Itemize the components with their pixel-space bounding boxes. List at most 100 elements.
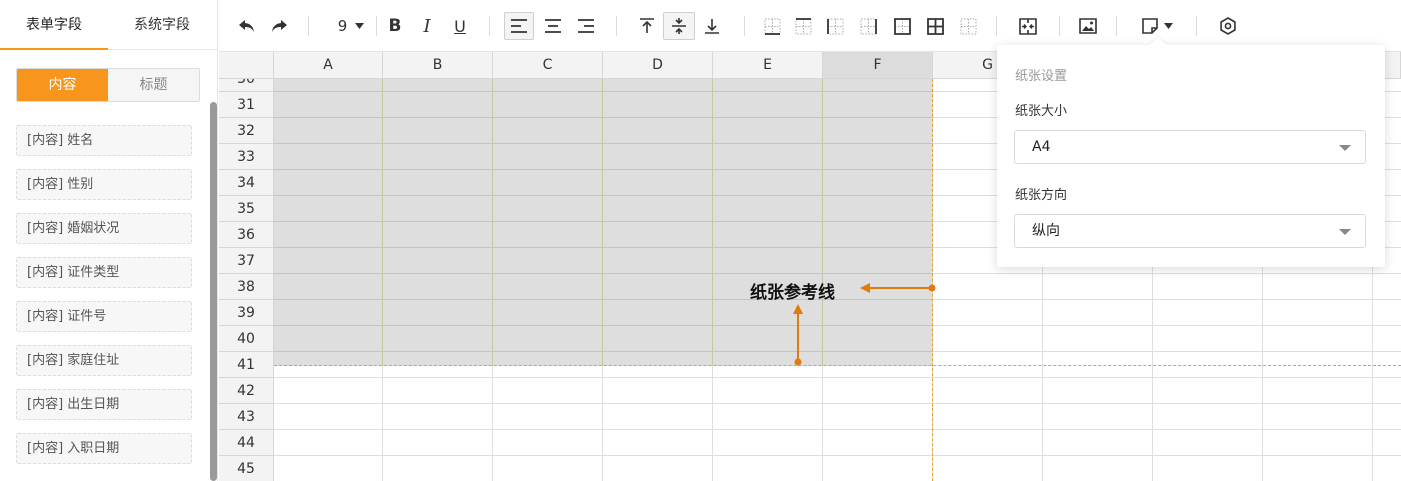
paper-orientation-label: 纸张方向 [1015, 188, 1068, 203]
align-left-icon [511, 19, 527, 33]
grid-corner[interactable] [219, 52, 274, 79]
grid-vline [822, 79, 823, 366]
valign-bottom-icon [705, 19, 719, 34]
field-item[interactable]: [内容] 出生日期 [16, 389, 192, 420]
insert-image-button[interactable] [1075, 12, 1101, 40]
row-header-33[interactable]: 33 [219, 144, 274, 170]
image-icon [1079, 18, 1097, 34]
toolbar-divider [376, 16, 377, 36]
tab-system-fields[interactable]: 系统字段 [108, 0, 216, 50]
font-size-value: 9 [337, 17, 348, 35]
border-top-button[interactable] [790, 12, 816, 40]
valign-bottom-button[interactable] [698, 12, 726, 40]
row-header-35[interactable]: 35 [219, 196, 274, 222]
row-header-45[interactable]: 45 [219, 456, 274, 481]
toolbar-divider [616, 16, 617, 36]
field-item[interactable]: [内容] 证件类型 [16, 257, 192, 288]
border-left-icon [826, 18, 843, 34]
paper-size-label: 纸张大小 [1015, 104, 1068, 119]
align-right-icon [578, 19, 594, 33]
row-header-43[interactable]: 43 [219, 404, 274, 430]
align-left-button[interactable] [504, 12, 534, 40]
settings-button[interactable] [1215, 12, 1241, 40]
align-right-button[interactable] [572, 12, 600, 40]
bold-button[interactable]: B [383, 12, 407, 40]
field-item[interactable]: [内容] 证件号 [16, 301, 192, 332]
paper-guide-vertical [932, 79, 933, 481]
column-header-a[interactable]: A [274, 52, 383, 79]
grid-hline [933, 325, 1401, 326]
toolbar-divider [996, 16, 997, 36]
merge-cells-icon [1019, 17, 1037, 35]
row-header-39[interactable]: 39 [219, 300, 274, 326]
border-bottom-button[interactable] [759, 12, 785, 40]
segment-title[interactable]: 标题 [108, 69, 199, 101]
undo-button[interactable] [233, 12, 261, 40]
underline-button[interactable]: U [448, 12, 472, 40]
align-center-button[interactable] [539, 12, 567, 40]
field-list-scrollbar[interactable] [210, 102, 217, 481]
grid-vline [492, 366, 493, 481]
border-none-button[interactable] [955, 12, 981, 40]
row-header-44[interactable]: 44 [219, 430, 274, 456]
column-header-d[interactable]: D [603, 52, 713, 79]
field-item[interactable]: [内容] 家庭住址 [16, 345, 192, 376]
column-header-b[interactable]: B [383, 52, 493, 79]
border-right-button[interactable] [855, 12, 881, 40]
paper-orientation-select[interactable]: 纵向 [1014, 214, 1366, 248]
field-list: [内容] 姓名 [内容] 性别 [内容] 婚姻状况 [内容] 证件类型 [内容]… [16, 125, 192, 477]
tab-form-fields[interactable]: 表单字段 [0, 0, 108, 50]
column-header-c[interactable]: C [493, 52, 603, 79]
row-header-32[interactable]: 32 [219, 118, 274, 144]
grid-hline [274, 91, 933, 92]
row-header-36[interactable]: 36 [219, 222, 274, 248]
chevron-down-icon [1339, 229, 1351, 235]
field-item[interactable]: [内容] 姓名 [16, 125, 192, 156]
grid-hline [274, 221, 933, 222]
grid-hline [933, 351, 1401, 352]
paper-guide-label: 纸张参考线 [750, 283, 835, 303]
border-none-icon [960, 18, 976, 34]
redo-button[interactable] [265, 12, 293, 40]
italic-button[interactable]: I [415, 12, 439, 40]
chevron-down-icon [1339, 145, 1351, 151]
chevron-down-icon [355, 23, 365, 29]
paper-guide-horizontal [274, 365, 1401, 366]
column-header-f[interactable]: F [823, 52, 933, 79]
column-header-e[interactable]: E [713, 52, 823, 79]
valign-top-button[interactable] [633, 12, 661, 40]
valign-middle-button[interactable] [663, 12, 695, 40]
valign-middle-icon [672, 18, 686, 34]
grid-hline [274, 455, 1401, 456]
panel-title: 纸张设置 [1015, 69, 1068, 84]
row-header-40[interactable]: 40 [219, 326, 274, 352]
toolbar-divider [1196, 16, 1197, 36]
grid-vline [602, 79, 603, 366]
row-header-31[interactable]: 31 [219, 92, 274, 118]
grid-hline [933, 273, 1401, 274]
paper-size-select[interactable]: A4 [1014, 130, 1366, 164]
border-outer-button[interactable] [889, 12, 915, 40]
row-header-37[interactable]: 37 [219, 248, 274, 274]
field-item[interactable]: [内容] 性别 [16, 169, 192, 200]
merge-cells-button[interactable] [1015, 12, 1041, 40]
row-header-42[interactable]: 42 [219, 378, 274, 404]
toolbar-divider [744, 16, 745, 36]
border-outer-icon [893, 17, 911, 35]
font-size-select[interactable]: 9 [331, 12, 371, 40]
grid-hline [274, 325, 933, 326]
segment-content[interactable]: 内容 [17, 69, 108, 101]
field-item[interactable]: [内容] 入职日期 [16, 433, 192, 464]
border-left-button[interactable] [822, 12, 848, 40]
grid-hline [274, 377, 1401, 378]
field-item[interactable]: [内容] 婚姻状况 [16, 213, 192, 244]
row-header-38[interactable]: 38 [219, 274, 274, 300]
paper-icon [1141, 18, 1158, 34]
row-header-34[interactable]: 34 [219, 170, 274, 196]
grid-hline [274, 169, 933, 170]
row-header-41[interactable]: 41 [219, 352, 274, 378]
border-all-button[interactable] [922, 12, 948, 40]
grid-vline [822, 366, 823, 481]
paper-settings-panel: 纸张设置 纸张大小 A4 纸张方向 纵向 [997, 36, 1385, 267]
grid-hline [274, 351, 933, 352]
